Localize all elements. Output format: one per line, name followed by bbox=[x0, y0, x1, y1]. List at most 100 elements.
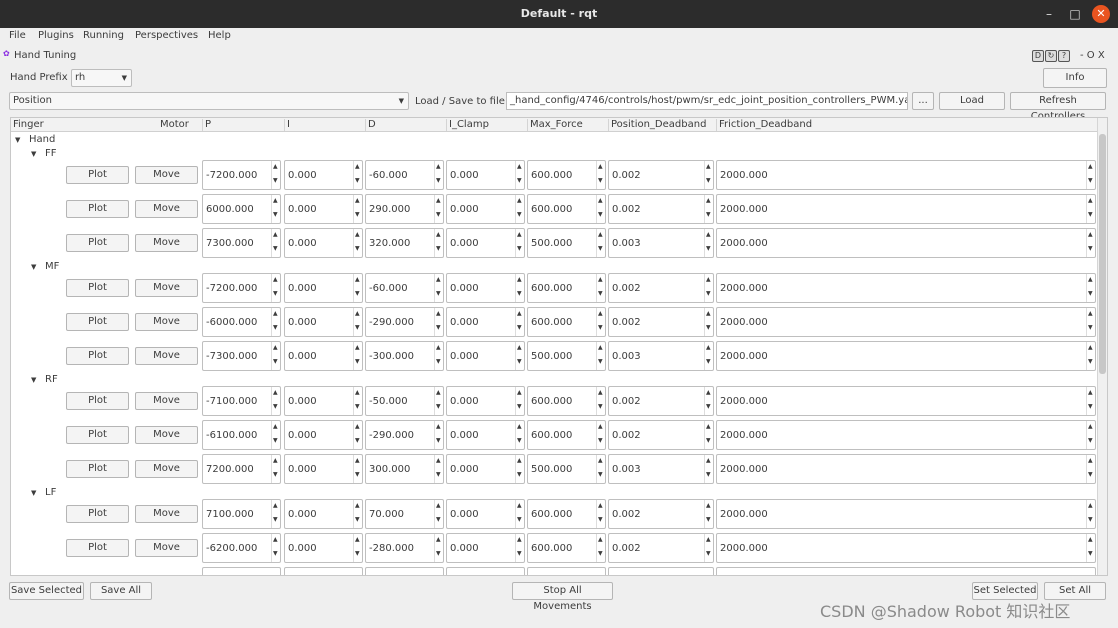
p-spinbox[interactable]: 7100.000 ▲ ▼ bbox=[202, 499, 281, 529]
spin-up-icon[interactable]: ▲ bbox=[436, 536, 441, 543]
plot-button[interactable]: Plot bbox=[66, 279, 129, 297]
friction-deadband-spinbox[interactable]: 2000.000 ▲ ▼ bbox=[716, 160, 1096, 190]
spin-up-icon[interactable]: ▲ bbox=[1088, 310, 1093, 317]
spin-down-icon[interactable]: ▼ bbox=[355, 471, 360, 478]
spin-down-icon[interactable]: ▼ bbox=[436, 471, 441, 478]
spin-up-icon[interactable]: ▲ bbox=[436, 423, 441, 430]
spinbox-arrows[interactable]: ▲ ▼ bbox=[596, 455, 605, 483]
spin-down-icon[interactable]: ▼ bbox=[1088, 245, 1093, 252]
collapse-arrow-icon[interactable]: ▼ bbox=[31, 489, 36, 497]
spin-down-icon[interactable]: ▼ bbox=[517, 471, 522, 478]
spin-down-icon[interactable]: ▼ bbox=[1088, 550, 1093, 557]
friction-deadband-spinbox[interactable]: 2000.000 ▲ ▼ bbox=[716, 386, 1096, 416]
spin-up-icon[interactable]: ▲ bbox=[273, 163, 278, 170]
spin-up-icon[interactable]: ▲ bbox=[436, 310, 441, 317]
spinbox-arrows[interactable]: ▲ ▼ bbox=[704, 342, 713, 370]
reload-icon[interactable]: ↻ bbox=[1045, 50, 1057, 62]
spin-down-icon[interactable]: ▼ bbox=[355, 211, 360, 218]
spinbox-arrows[interactable]: ▲ ▼ bbox=[515, 195, 524, 223]
i-clamp-spinbox[interactable]: 0.000 ▲ ▼ bbox=[446, 228, 525, 258]
joint-row[interactable]: Plot Move 7200.000 ▲ ▼ 0.000 ▲ ▼ 300.000 ▲ ▼ 0.000 ▲… bbox=[11, 452, 1097, 486]
spin-up-icon[interactable]: ▲ bbox=[1088, 457, 1093, 464]
position-deadband-spinbox[interactable] bbox=[608, 567, 714, 575]
move-button[interactable]: Move bbox=[135, 166, 198, 184]
spin-up-icon[interactable]: ▲ bbox=[273, 502, 278, 509]
save-all-button[interactable]: Save All bbox=[90, 582, 152, 600]
dock-icon[interactable]: D bbox=[1032, 50, 1044, 62]
spinbox-arrows[interactable]: ▲ ▼ bbox=[1086, 534, 1095, 562]
max-force-spinbox[interactable]: 600.000 ▲ ▼ bbox=[527, 194, 606, 224]
spin-down-icon[interactable]: ▼ bbox=[355, 403, 360, 410]
spin-up-icon[interactable]: ▲ bbox=[598, 276, 603, 283]
joint-row[interactable]: Plot Move -6100.000 ▲ ▼ 0.000 ▲ ▼ -290.000 ▲ ▼ 0.00… bbox=[11, 418, 1097, 452]
spin-down-icon[interactable]: ▼ bbox=[355, 177, 360, 184]
spinbox-arrows[interactable]: ▲ ▼ bbox=[704, 274, 713, 302]
spin-up-icon[interactable]: ▲ bbox=[598, 163, 603, 170]
spinbox-arrows[interactable]: ▲ ▼ bbox=[434, 195, 443, 223]
spin-down-icon[interactable]: ▼ bbox=[706, 177, 711, 184]
spinbox-arrows[interactable]: ▲ ▼ bbox=[704, 195, 713, 223]
plot-button[interactable]: Plot bbox=[66, 234, 129, 252]
spin-down-icon[interactable]: ▼ bbox=[273, 177, 278, 184]
position-deadband-spinbox[interactable]: 0.002 ▲ ▼ bbox=[608, 386, 714, 416]
p-spinbox[interactable]: 7300.000 ▲ ▼ bbox=[202, 228, 281, 258]
spin-down-icon[interactable]: ▼ bbox=[517, 290, 522, 297]
spin-down-icon[interactable]: ▼ bbox=[436, 550, 441, 557]
i-spinbox[interactable]: 0.000 ▲ ▼ bbox=[284, 194, 363, 224]
move-button[interactable]: Move bbox=[135, 426, 198, 444]
spin-down-icon[interactable]: ▼ bbox=[706, 403, 711, 410]
spinbox-arrows[interactable]: ▲ ▼ bbox=[271, 274, 280, 302]
spinbox-arrows[interactable]: ▲ ▼ bbox=[271, 229, 280, 257]
col-motor[interactable]: Motor bbox=[158, 119, 189, 131]
max-force-spinbox[interactable]: 600.000 ▲ ▼ bbox=[527, 533, 606, 563]
spin-down-icon[interactable]: ▼ bbox=[273, 245, 278, 252]
spin-down-icon[interactable]: ▼ bbox=[706, 550, 711, 557]
spin-up-icon[interactable]: ▲ bbox=[1088, 502, 1093, 509]
i-spinbox[interactable]: 0.000 ▲ ▼ bbox=[284, 160, 363, 190]
spinbox-arrows[interactable]: ▲ ▼ bbox=[271, 387, 280, 415]
joint-row[interactable]: Plot Move -7200.000 ▲ ▼ 0.000 ▲ ▼ -60.000 ▲ ▼ 0.000… bbox=[11, 271, 1097, 305]
spin-down-icon[interactable]: ▼ bbox=[273, 211, 278, 218]
p-spinbox[interactable]: -7100.000 ▲ ▼ bbox=[202, 386, 281, 416]
spin-up-icon[interactable]: ▲ bbox=[273, 536, 278, 543]
spinbox-arrows[interactable]: ▲ ▼ bbox=[1086, 195, 1095, 223]
spin-down-icon[interactable]: ▼ bbox=[355, 324, 360, 331]
spin-down-icon[interactable]: ▼ bbox=[436, 358, 441, 365]
spin-down-icon[interactable]: ▼ bbox=[598, 550, 603, 557]
spin-up-icon[interactable]: ▲ bbox=[436, 389, 441, 396]
spin-down-icon[interactable]: ▼ bbox=[517, 211, 522, 218]
spin-up-icon[interactable]: ▲ bbox=[1088, 344, 1093, 351]
joint-row-partial[interactable] bbox=[11, 565, 1097, 575]
spin-down-icon[interactable]: ▼ bbox=[706, 471, 711, 478]
vertical-scrollbar[interactable] bbox=[1097, 118, 1107, 575]
spin-up-icon[interactable]: ▲ bbox=[355, 276, 360, 283]
spin-up-icon[interactable]: ▲ bbox=[1088, 197, 1093, 204]
position-deadband-spinbox[interactable]: 0.002 ▲ ▼ bbox=[608, 499, 714, 529]
spin-down-icon[interactable]: ▼ bbox=[598, 516, 603, 523]
spin-down-icon[interactable]: ▼ bbox=[598, 290, 603, 297]
controller-type-combo[interactable]: Position ▼ bbox=[9, 92, 409, 110]
friction-deadband-spinbox[interactable]: 2000.000 ▲ ▼ bbox=[716, 533, 1096, 563]
collapse-arrow-icon[interactable]: ▼ bbox=[15, 136, 20, 144]
i-clamp-spinbox[interactable]: 0.000 ▲ ▼ bbox=[446, 341, 525, 371]
scrollbar-thumb[interactable] bbox=[1099, 134, 1106, 374]
spinbox-arrows[interactable]: ▲ ▼ bbox=[704, 161, 713, 189]
d-spinbox[interactable]: 300.000 ▲ ▼ bbox=[365, 454, 444, 484]
spinbox-arrows[interactable]: ▲ ▼ bbox=[596, 500, 605, 528]
plot-button[interactable]: Plot bbox=[66, 313, 129, 331]
spinbox-arrows[interactable]: ▲ ▼ bbox=[1086, 161, 1095, 189]
col-d[interactable]: D bbox=[365, 119, 376, 131]
spin-up-icon[interactable]: ▲ bbox=[355, 163, 360, 170]
plot-button[interactable]: Plot bbox=[66, 426, 129, 444]
spin-up-icon[interactable]: ▲ bbox=[517, 423, 522, 430]
spin-down-icon[interactable]: ▼ bbox=[436, 245, 441, 252]
i-clamp-spinbox[interactable]: 0.000 ▲ ▼ bbox=[446, 454, 525, 484]
spin-down-icon[interactable]: ▼ bbox=[706, 516, 711, 523]
spinbox-arrows[interactable]: ▲ ▼ bbox=[515, 534, 524, 562]
spin-up-icon[interactable]: ▲ bbox=[517, 197, 522, 204]
collapse-arrow-icon[interactable]: ▼ bbox=[31, 263, 36, 271]
joint-row[interactable]: Plot Move -6000.000 ▲ ▼ 0.000 ▲ ▼ -290.000 ▲ ▼ 0.00… bbox=[11, 305, 1097, 339]
spinbox-arrows[interactable]: ▲ ▼ bbox=[434, 421, 443, 449]
spin-down-icon[interactable]: ▼ bbox=[598, 177, 603, 184]
position-deadband-spinbox[interactable]: 0.002 ▲ ▼ bbox=[608, 273, 714, 303]
